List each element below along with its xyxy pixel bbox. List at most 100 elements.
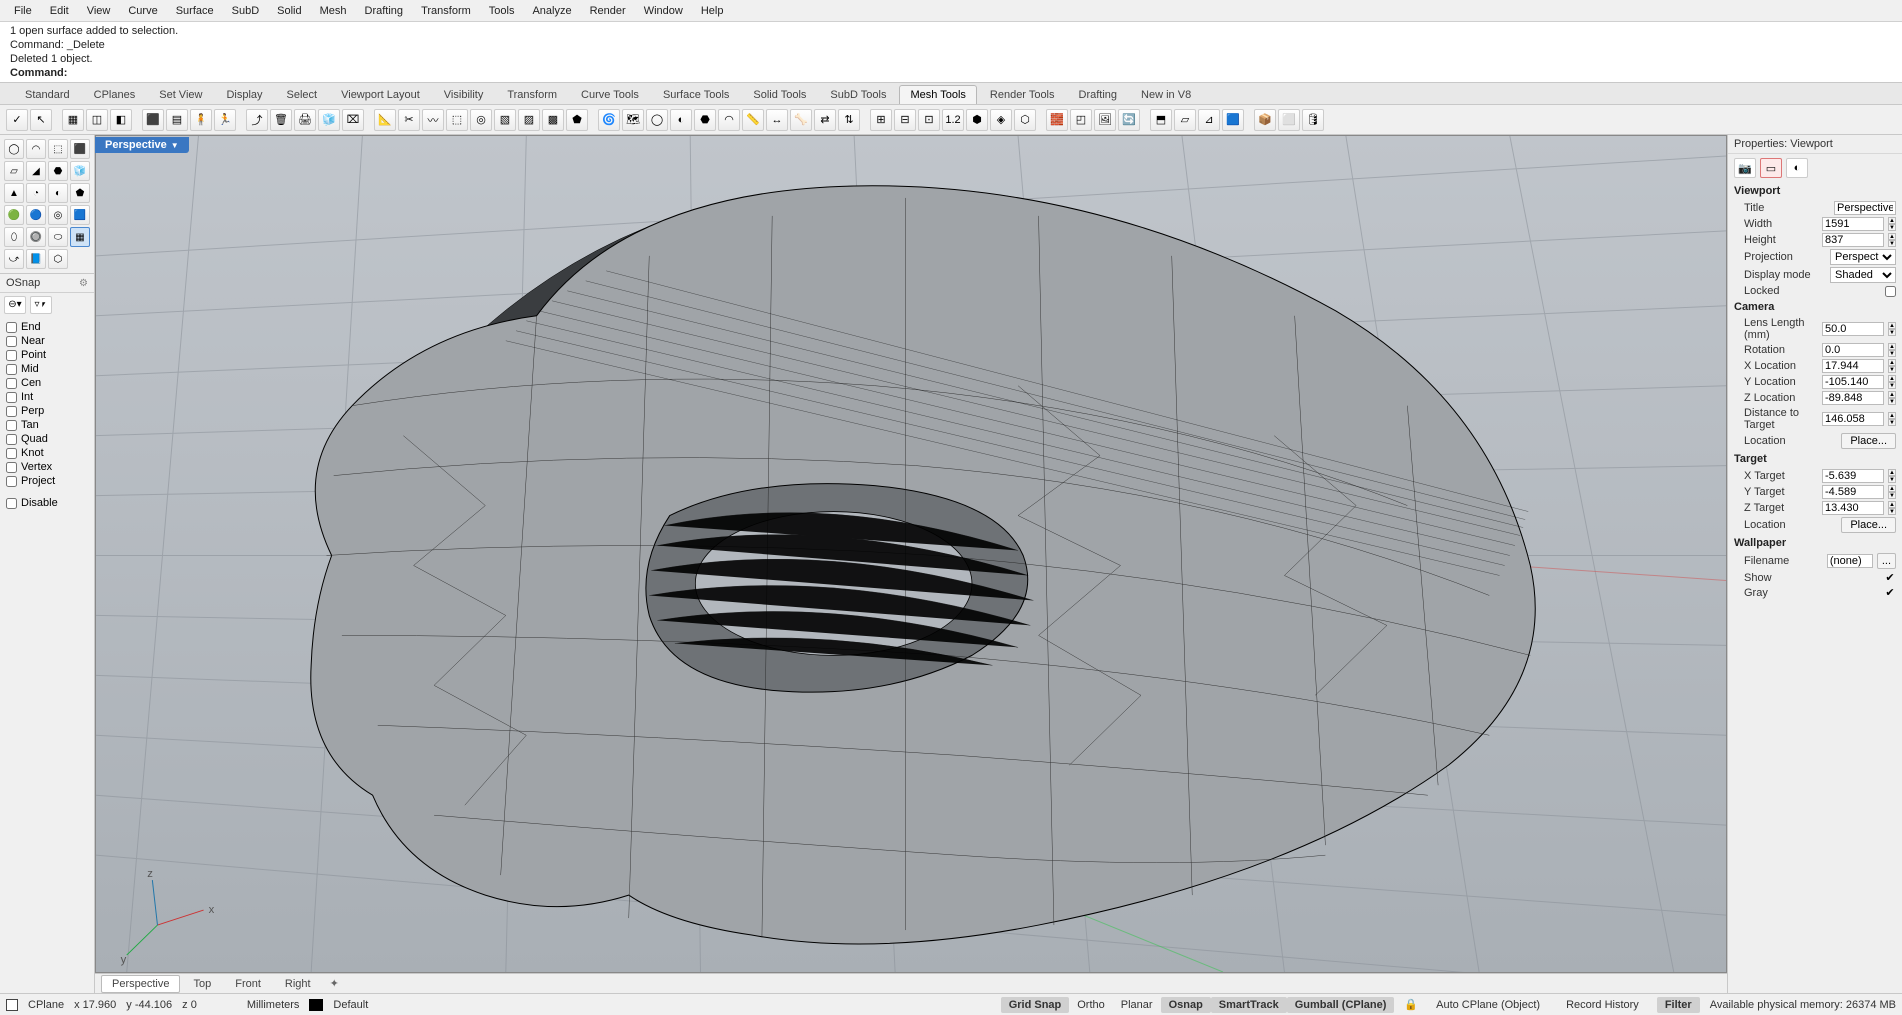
menu-tools[interactable]: Tools [481, 2, 523, 20]
osnap-perp[interactable]: Perp [6, 404, 88, 418]
tooltab-display[interactable]: Display [215, 85, 273, 104]
toolbar-icon-14[interactable]: 📐 [374, 109, 396, 131]
wallpaper-browse-button[interactable]: ... [1877, 553, 1896, 569]
osnap-cen[interactable]: Cen [6, 376, 88, 390]
menu-surface[interactable]: Surface [168, 2, 222, 20]
osnap-toggle-icon[interactable]: ⊖▾ [4, 296, 26, 314]
tooltab-subd-tools[interactable]: SubD Tools [819, 85, 897, 104]
tooltab-new-in-v8[interactable]: New in V8 [1130, 85, 1202, 104]
palette-icon-2[interactable]: ⬚ [48, 139, 68, 159]
toolbar-icon-12[interactable]: 🧊 [318, 109, 340, 131]
vp-title-input[interactable] [1834, 201, 1896, 215]
menu-window[interactable]: Window [636, 2, 691, 20]
palette-icon-4[interactable]: ▱ [4, 161, 24, 181]
palette-icon-18[interactable]: ⬭ [48, 227, 68, 247]
palette-icon-11[interactable]: ⬟ [70, 183, 90, 203]
toolbar-icon-20[interactable]: ▨ [518, 109, 540, 131]
palette-icon-10[interactable]: ◐ [48, 183, 68, 203]
layer-swatch-icon[interactable] [309, 999, 323, 1011]
toolbar-icon-35[interactable]: ⊟ [894, 109, 916, 131]
palette-icon-7[interactable]: 🧊 [70, 161, 90, 181]
toolbar-icon-38[interactable]: ⬢ [966, 109, 988, 131]
toolbar-icon-27[interactable]: ⬣ [694, 109, 716, 131]
tooltab-surface-tools[interactable]: Surface Tools [652, 85, 740, 104]
tooltab-visibility[interactable]: Visibility [433, 85, 495, 104]
palette-icon-12[interactable]: 🟢 [4, 205, 24, 225]
toolbar-icon-44[interactable]: 🔄 [1118, 109, 1140, 131]
tooltab-transform[interactable]: Transform [496, 85, 568, 104]
menu-render[interactable]: Render [582, 2, 634, 20]
vp-tab-right[interactable]: Right [274, 975, 322, 993]
toolbar-icon-39[interactable]: ◈ [990, 109, 1012, 131]
toolbar-icon-29[interactable]: 📏 [742, 109, 764, 131]
viewport-props-icon[interactable]: ▭ [1760, 158, 1782, 178]
camera-icon[interactable]: 📷 [1734, 158, 1756, 178]
palette-icon-0[interactable]: ◯ [4, 139, 24, 159]
vp-tab-perspective[interactable]: Perspective [101, 975, 180, 993]
osnap-project[interactable]: Project [6, 474, 88, 488]
dist-input[interactable] [1822, 412, 1884, 426]
toolbar-icon-46[interactable]: ▱ [1174, 109, 1196, 131]
yloc-input[interactable] [1822, 375, 1884, 389]
palette-icon-19[interactable]: ▦ [70, 227, 90, 247]
toolbar-icon-19[interactable]: ▧ [494, 109, 516, 131]
wallpaper-file-input[interactable] [1827, 554, 1873, 568]
toolbar-icon-13[interactable]: ⌧ [342, 109, 364, 131]
palette-icon-5[interactable]: ◢ [26, 161, 46, 181]
osnap-near[interactable]: Near [6, 334, 88, 348]
toolbar-icon-3[interactable]: ◫ [86, 109, 108, 131]
toolbar-icon-49[interactable]: 📦 [1254, 109, 1276, 131]
palette-icon-1[interactable]: ◠ [26, 139, 46, 159]
menu-file[interactable]: File [6, 2, 40, 20]
toolbar-icon-10[interactable]: 🗑 [270, 109, 292, 131]
palette-icon-16[interactable]: ⬯ [4, 227, 24, 247]
toolbar-icon-4[interactable]: ◧ [110, 109, 132, 131]
osnap-mid[interactable]: Mid [6, 362, 88, 376]
vp-width-input[interactable] [1822, 217, 1884, 231]
toolbar-icon-26[interactable]: ◐ [670, 109, 692, 131]
place-camera-button[interactable]: Place... [1841, 433, 1896, 449]
palette-icon-21[interactable]: 📘 [26, 249, 46, 269]
tooltab-standard[interactable]: Standard [14, 85, 81, 104]
tooltab-set-view[interactable]: Set View [148, 85, 213, 104]
menu-help[interactable]: Help [693, 2, 732, 20]
ytarget-input[interactable] [1822, 485, 1884, 499]
projection-select[interactable]: Perspective [1830, 249, 1896, 265]
lens-input[interactable] [1822, 322, 1884, 336]
osnap-tan[interactable]: Tan [6, 418, 88, 432]
viewport-title-tab[interactable]: Perspective ▼ [95, 137, 189, 153]
toolbar-icon-2[interactable]: ▦ [62, 109, 84, 131]
toolbar-icon-7[interactable]: 🧍 [190, 109, 212, 131]
place-target-button[interactable]: Place... [1841, 517, 1896, 533]
toolbar-icon-34[interactable]: ⊞ [870, 109, 892, 131]
gear-icon[interactable]: ⚙ [79, 278, 88, 289]
osnap-disable[interactable]: Disable [6, 496, 88, 510]
toolbar-icon-51[interactable]: 🛢 [1302, 109, 1324, 131]
tooltab-solid-tools[interactable]: Solid Tools [742, 85, 817, 104]
toolbar-icon-8[interactable]: 🏃 [214, 109, 236, 131]
locked-checkbox[interactable] [1885, 286, 1896, 297]
toolbar-icon-22[interactable]: ⬟ [566, 109, 588, 131]
tooltab-select[interactable]: Select [276, 85, 329, 104]
gray-check-icon[interactable]: ✔ [1884, 586, 1896, 599]
status-osnap[interactable]: Osnap [1161, 997, 1211, 1013]
show-check-icon[interactable]: ✔ [1884, 571, 1896, 584]
toolbar-icon-33[interactable]: ⇅ [838, 109, 860, 131]
palette-icon-9[interactable]: ◔ [26, 183, 46, 203]
menu-subd[interactable]: SubD [224, 2, 268, 20]
menu-curve[interactable]: Curve [120, 2, 165, 20]
zloc-input[interactable] [1822, 391, 1884, 405]
toolbar-icon-0[interactable]: ✓ [6, 109, 28, 131]
status-gumball-cplane-[interactable]: Gumball (CPlane) [1287, 997, 1395, 1013]
toolbar-icon-5[interactable]: ⬛ [142, 109, 164, 131]
toolbar-icon-36[interactable]: ⊡ [918, 109, 940, 131]
status-ortho[interactable]: Ortho [1069, 997, 1113, 1013]
toolbar-icon-16[interactable]: 〰 [422, 109, 444, 131]
osnap-end[interactable]: End [6, 320, 88, 334]
toolbar-icon-9[interactable]: ⤴ [246, 109, 268, 131]
toolbar-icon-15[interactable]: ✂ [398, 109, 420, 131]
menu-solid[interactable]: Solid [269, 2, 309, 20]
status-planar[interactable]: Planar [1113, 997, 1161, 1013]
status-grid-snap[interactable]: Grid Snap [1001, 997, 1070, 1013]
palette-icon-22[interactable]: ⬡ [48, 249, 68, 269]
